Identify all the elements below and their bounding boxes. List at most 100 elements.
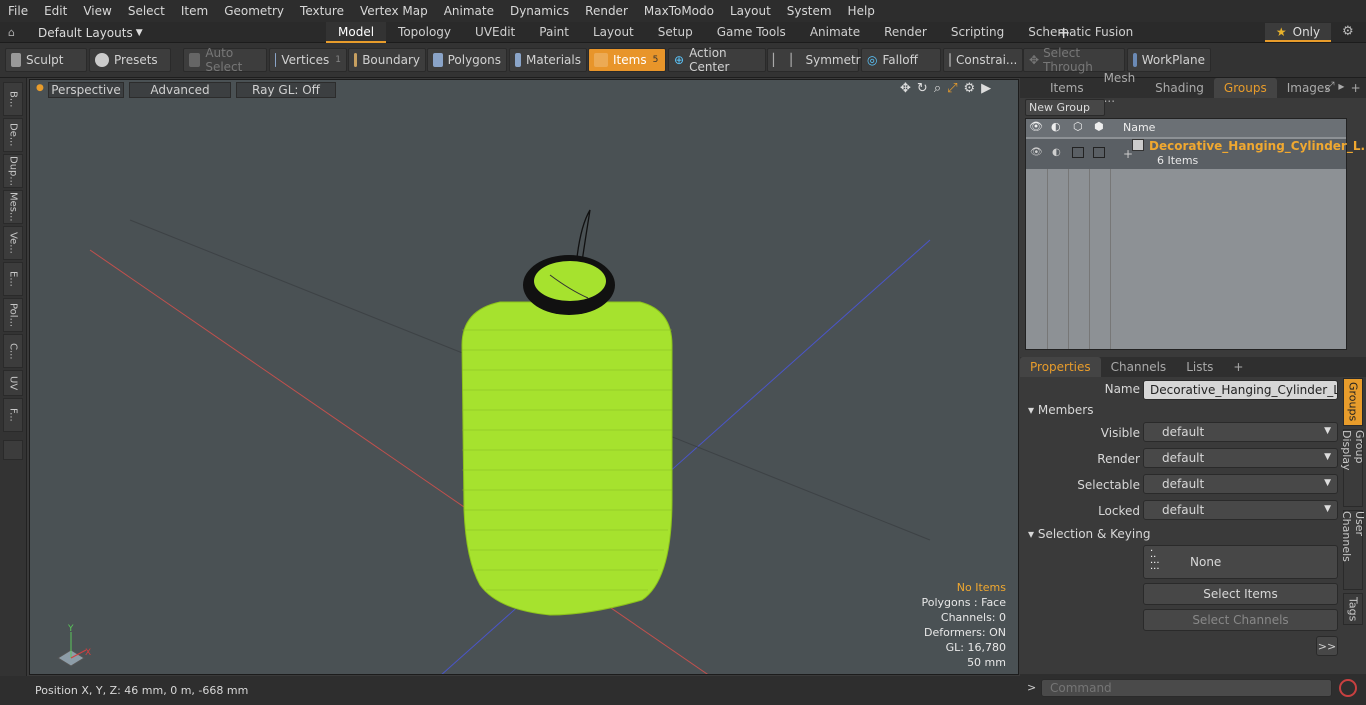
only-button[interactable]: ★ Only bbox=[1265, 23, 1331, 42]
left-tab-7[interactable]: C... bbox=[3, 334, 23, 368]
action-center-button[interactable]: ⊕ Action Center bbox=[668, 46, 766, 74]
side-tab-user-channels[interactable]: User Channels bbox=[1340, 510, 1366, 590]
layout-selector[interactable]: Default Layouts ▼ bbox=[38, 22, 193, 43]
row-lock-checkbox[interactable] bbox=[1072, 147, 1084, 158]
group-row[interactable]: 👁 ◐ + Decorative_Hanging_Cylinder_L... 6… bbox=[1026, 139, 1366, 169]
tab-schematic-fusion[interactable]: Schematic Fusion bbox=[1016, 22, 1145, 43]
selection-keying-section[interactable]: ▾ Selection & Keying bbox=[1028, 527, 1150, 541]
tab-model[interactable]: Model bbox=[326, 22, 387, 43]
rotate-icon[interactable]: ↻ bbox=[917, 81, 928, 96]
falloff-button[interactable]: ◎ Falloff bbox=[861, 48, 941, 72]
viewport-gear-icon[interactable]: ⚙ bbox=[964, 81, 976, 96]
presets-button[interactable]: Presets bbox=[89, 48, 171, 72]
menu-item-help[interactable]: Help bbox=[840, 0, 883, 22]
tab-layout[interactable]: Layout bbox=[581, 22, 646, 43]
menu-item-select[interactable]: Select bbox=[120, 0, 173, 22]
visible-select[interactable]: default ▼ bbox=[1143, 422, 1338, 442]
row-select-checkbox[interactable] bbox=[1093, 147, 1105, 158]
select-channels-button[interactable]: Select Channels bbox=[1143, 609, 1338, 631]
fit-icon[interactable]: ⤢ bbox=[947, 81, 957, 96]
row-eye-icon[interactable]: 👁 bbox=[1030, 147, 1043, 158]
tab-render[interactable]: Render bbox=[872, 22, 939, 43]
add-tab-icon[interactable]: + bbox=[1223, 357, 1253, 377]
btab-properties[interactable]: Properties bbox=[1020, 357, 1101, 377]
rtab-groups[interactable]: Groups bbox=[1213, 78, 1277, 98]
menu-item-system[interactable]: System bbox=[779, 0, 840, 22]
left-tab-1[interactable]: De... bbox=[3, 118, 23, 152]
viewport-dot-icon[interactable]: ● bbox=[36, 83, 44, 93]
keying-none-button[interactable]: · ·· ··· ··· None bbox=[1143, 545, 1338, 579]
eye-icon[interactable]: 👁 bbox=[1029, 120, 1043, 133]
name-field[interactable]: Decorative_Hanging_Cylinder_Lantern bbox=[1143, 380, 1338, 400]
selectable-select[interactable]: default ▼ bbox=[1143, 474, 1338, 494]
sculpt-button[interactable]: Sculpt bbox=[5, 48, 87, 72]
tab-setup[interactable]: Setup bbox=[646, 22, 705, 43]
side-tab-tags[interactable]: Tags bbox=[1343, 593, 1363, 625]
tab-animate[interactable]: Animate bbox=[798, 22, 872, 43]
menu-item-vertex-map[interactable]: Vertex Map bbox=[352, 0, 436, 22]
left-tab-0[interactable]: B... bbox=[3, 82, 23, 116]
more-button[interactable]: >> bbox=[1316, 636, 1338, 656]
render-icon[interactable]: ◐ bbox=[1051, 120, 1061, 133]
polygons-button[interactable]: Polygons bbox=[427, 48, 507, 72]
left-tab-3[interactable]: Mes... bbox=[3, 190, 23, 224]
left-tab-9[interactable]: F... bbox=[3, 398, 23, 432]
select-items-button[interactable]: Select Items bbox=[1143, 583, 1338, 605]
btab-lists[interactable]: Lists bbox=[1176, 357, 1223, 377]
side-tab-group-display[interactable]: Group Display bbox=[1340, 429, 1366, 507]
3d-viewport[interactable]: Y X ● Perspective Advanced Ray GL: Off ✥… bbox=[29, 79, 1019, 675]
menu-item-item[interactable]: Item bbox=[173, 0, 216, 22]
menu-item-render[interactable]: Render bbox=[577, 0, 636, 22]
home-icon[interactable]: ⌂ bbox=[8, 26, 18, 39]
left-tab-extra[interactable] bbox=[3, 440, 23, 460]
menu-item-animate[interactable]: Animate bbox=[436, 0, 502, 22]
members-section[interactable]: ▾ Members bbox=[1028, 403, 1093, 417]
tab-game-tools[interactable]: Game Tools bbox=[705, 22, 798, 43]
rtab-items[interactable]: Items bbox=[1040, 78, 1094, 98]
menu-item-dynamics[interactable]: Dynamics bbox=[502, 0, 577, 22]
rtab-shading[interactable]: Shading bbox=[1145, 78, 1214, 98]
record-icon[interactable] bbox=[1339, 679, 1357, 697]
command-input[interactable] bbox=[1041, 679, 1332, 697]
btab-channels[interactable]: Channels bbox=[1101, 357, 1177, 377]
raygl-button[interactable]: Ray GL: Off bbox=[236, 82, 336, 98]
left-tab-2[interactable]: Dup... bbox=[3, 154, 23, 188]
new-group-button[interactable]: New Group bbox=[1025, 99, 1105, 116]
left-tab-8[interactable]: UV bbox=[3, 370, 23, 396]
menu-item-geometry[interactable]: Geometry bbox=[216, 0, 292, 22]
lock-col-icon[interactable]: ⬡ bbox=[1073, 120, 1083, 133]
tab-topology[interactable]: Topology bbox=[386, 22, 463, 43]
render-select[interactable]: default ▼ bbox=[1143, 448, 1338, 468]
zoom-icon[interactable]: ⌕ bbox=[934, 81, 941, 96]
tab-paint[interactable]: Paint bbox=[527, 22, 581, 43]
perspective-button[interactable]: Perspective bbox=[48, 82, 124, 98]
menu-item-maxtomodo[interactable]: MaxToModo bbox=[636, 0, 722, 22]
locked-select[interactable]: default ▼ bbox=[1143, 500, 1338, 520]
row-render-icon[interactable]: ◐ bbox=[1052, 147, 1061, 158]
play-arrow-icon[interactable]: ▶ bbox=[981, 81, 991, 96]
left-tab-4[interactable]: Ve... bbox=[3, 226, 23, 260]
boundary-button[interactable]: Boundary bbox=[348, 48, 426, 72]
auto-select-button[interactable]: Auto Select bbox=[183, 46, 267, 74]
add-tab-icon[interactable]: + bbox=[1057, 23, 1070, 42]
gear-icon[interactable]: ⚙ bbox=[1342, 24, 1354, 39]
move-icon[interactable]: ✥ bbox=[900, 81, 911, 96]
vertices-button[interactable]: Vertices 1 bbox=[269, 48, 347, 72]
select-col-icon[interactable]: ⬢ bbox=[1094, 120, 1104, 133]
menu-item-layout[interactable]: Layout bbox=[722, 0, 779, 22]
constraints-button[interactable]: Constrai... bbox=[943, 48, 1023, 72]
side-tab-groups[interactable]: Groups bbox=[1343, 378, 1363, 426]
shading-button[interactable]: Advanced bbox=[129, 82, 231, 98]
left-tab-6[interactable]: Pol... bbox=[3, 298, 23, 332]
materials-button[interactable]: Materials bbox=[509, 48, 587, 72]
menu-item-view[interactable]: View bbox=[75, 0, 119, 22]
menu-item-edit[interactable]: Edit bbox=[36, 0, 75, 22]
items-button[interactable]: Items 5 bbox=[588, 48, 666, 72]
menu-item-texture[interactable]: Texture bbox=[292, 0, 352, 22]
panel-expand-icon[interactable]: ⤢ ▸ bbox=[1325, 79, 1344, 94]
symmetry-button[interactable]: ▏▕ Symmetry bbox=[767, 48, 868, 72]
tab-scripting[interactable]: Scripting bbox=[939, 22, 1016, 43]
menu-item-file[interactable]: File bbox=[0, 0, 36, 22]
tab-uvedit[interactable]: UVEdit bbox=[463, 22, 527, 43]
left-tab-5[interactable]: E... bbox=[3, 262, 23, 296]
